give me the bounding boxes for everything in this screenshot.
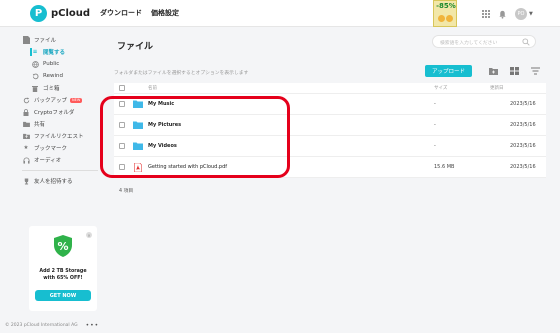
- selection-hint: フォルダまたはファイルを選択するとオプションを表示します: [114, 71, 249, 76]
- folders-highlight-annotation: [100, 96, 290, 178]
- rewind-icon: [31, 72, 39, 80]
- top-nav: ダウンロード 価格設定: [100, 8, 188, 18]
- search-icon[interactable]: [522, 38, 530, 46]
- globe-icon: [31, 60, 39, 68]
- storage-upsell-card: ✕ % Add 2 TB Storage with 65% OFF! GET N…: [29, 226, 97, 311]
- sidebar-item-label: ファイルリクエスト: [34, 134, 84, 140]
- grid-view-icon[interactable]: [510, 67, 519, 75]
- sidebar-item-invite[interactable]: 友人を招待する: [22, 175, 104, 187]
- upsell-text: Add 2 TB Storage with 65% OFF!: [39, 269, 87, 281]
- new-badge: NEW: [70, 97, 83, 103]
- column-header-name[interactable]: 名前: [148, 85, 157, 91]
- search-input[interactable]: 検索語を入力してください: [432, 35, 536, 48]
- sidebar-item-label: 友人を招待する: [34, 179, 73, 185]
- star-icon: ★: [23, 145, 29, 151]
- pcloud-logo-mark: P: [30, 5, 47, 22]
- sidebar-item-shared[interactable]: 共有: [22, 118, 104, 130]
- file-date: 2023/5/16: [510, 122, 536, 128]
- sidebar-item-label: ブックマーク: [34, 146, 68, 152]
- sidebar-item-label: 閲覧する: [43, 50, 66, 56]
- upload-request-icon: [22, 132, 30, 140]
- sidebar-item-crypto[interactable]: Cryptoフォルダ: [22, 106, 104, 118]
- nav-download[interactable]: ダウンロード: [100, 8, 142, 18]
- file-size: 15.6 MB: [434, 164, 455, 170]
- promo-banner[interactable]: -85%: [433, 0, 457, 27]
- search-placeholder: 検索語を入力してください: [440, 41, 498, 46]
- pcloud-logo-text: pCloud: [51, 8, 91, 19]
- table-header: 名前 サイズ 更新日: [114, 83, 546, 94]
- share-icon: [22, 120, 30, 128]
- sidebar-item-bookmarks[interactable]: ★ ブックマーク: [22, 142, 104, 154]
- sidebar-item-files[interactable]: ファイル: [22, 34, 104, 46]
- promo-discount: -85%: [436, 2, 456, 10]
- file-size: -: [434, 122, 436, 128]
- nav-pricing[interactable]: 価格設定: [151, 8, 179, 18]
- file-icon: [22, 36, 30, 44]
- bell-icon[interactable]: [498, 10, 507, 19]
- sidebar-item-label: Rewind: [43, 73, 63, 79]
- trophy-icon: [22, 177, 30, 185]
- upload-button[interactable]: アップロード: [425, 65, 472, 77]
- item-count: 4 項目: [119, 189, 134, 194]
- promo-faces-icon: [438, 13, 453, 24]
- more-options-icon[interactable]: •••: [86, 322, 100, 329]
- sidebar-item-label: 共有: [34, 122, 46, 128]
- select-all-checkbox[interactable]: [119, 85, 125, 91]
- sidebar-divider: [22, 170, 98, 171]
- file-date: 2023/5/16: [510, 101, 536, 107]
- table-spacer: [114, 178, 546, 194]
- top-bar: P pCloud ダウンロード 価格設定 -85% PO ▼: [0, 0, 560, 27]
- svg-text:%: %: [57, 240, 68, 253]
- sidebar-item-browse[interactable]: ≡ 閲覧する: [22, 46, 104, 58]
- backup-icon: [22, 96, 30, 104]
- column-header-date[interactable]: 更新日: [490, 85, 504, 91]
- sidebar-item-label: ゴミ箱: [43, 86, 60, 92]
- sidebar-item-label: オーディオ: [34, 158, 62, 164]
- get-now-button[interactable]: GET NOW: [35, 290, 91, 301]
- sidebar-item-label: Public: [43, 61, 60, 67]
- copyright-text: © 2023 pCloud International AG: [5, 323, 78, 328]
- sidebar-item-public[interactable]: Public: [22, 58, 104, 70]
- discount-shield-icon: %: [54, 235, 72, 257]
- close-icon[interactable]: ✕: [86, 232, 92, 238]
- sidebar: ファイル ≡ 閲覧する Public Rewind ゴミ箱 バックアップ NEW…: [22, 34, 104, 187]
- sidebar-item-label: Cryptoフォルダ: [34, 110, 75, 116]
- footer: © 2023 pCloud International AG •••: [5, 322, 99, 329]
- chevron-down-icon[interactable]: ▼: [529, 11, 533, 17]
- pcloud-logo[interactable]: P pCloud: [30, 5, 90, 22]
- file-size: -: [434, 101, 436, 107]
- lock-icon: [22, 108, 30, 116]
- sidebar-item-audio[interactable]: オーディオ: [22, 154, 104, 166]
- sidebar-item-backup[interactable]: バックアップ NEW: [22, 94, 104, 106]
- file-date: 2023/5/16: [510, 143, 536, 149]
- list-icon: ≡: [32, 49, 38, 55]
- trash-icon: [31, 84, 39, 92]
- sidebar-item-label: ファイル: [34, 38, 57, 44]
- headphones-icon: [22, 156, 30, 164]
- sidebar-item-file-request[interactable]: ファイルリクエスト: [22, 130, 104, 142]
- new-folder-icon[interactable]: [489, 67, 498, 75]
- page-title: ファイル: [117, 42, 154, 52]
- avatar[interactable]: PO: [515, 8, 527, 20]
- column-header-size[interactable]: サイズ: [434, 85, 447, 91]
- top-icons: PO ▼: [482, 8, 533, 20]
- sidebar-item-rewind[interactable]: Rewind: [22, 70, 104, 82]
- apps-grid-icon[interactable]: [482, 10, 490, 18]
- sidebar-item-trash[interactable]: ゴミ箱: [22, 82, 104, 94]
- file-date: 2023/5/16: [510, 164, 536, 170]
- sort-icon[interactable]: [531, 67, 540, 75]
- sidebar-item-label: バックアップ: [34, 98, 68, 104]
- file-size: -: [434, 143, 436, 149]
